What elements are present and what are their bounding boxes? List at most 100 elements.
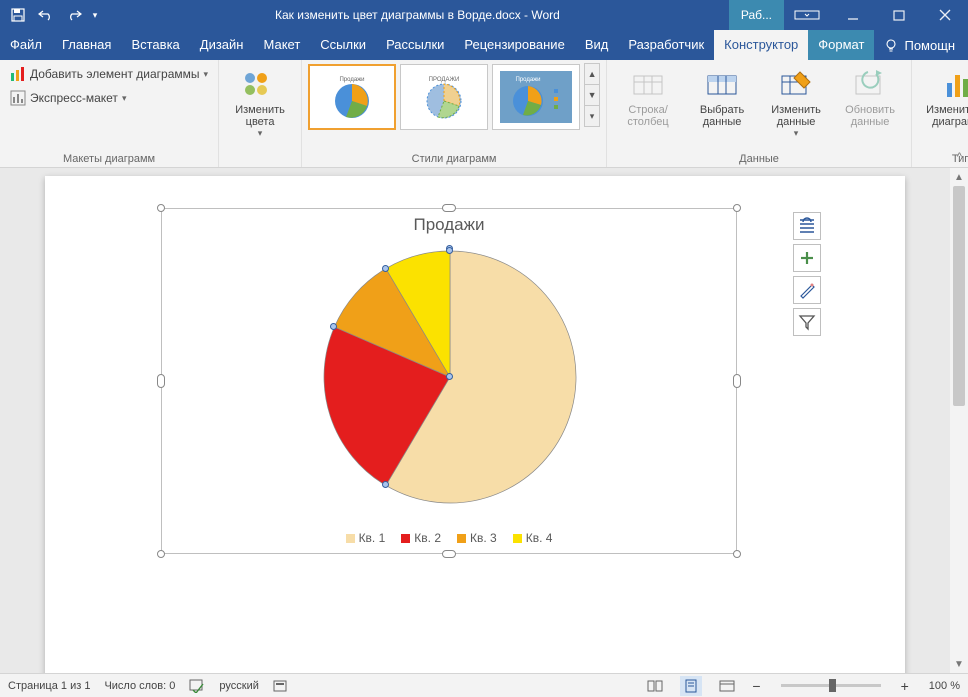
document-area: Продажи Кв. 1 Кв. 2 Кв. 3 Кв. 4 (0, 168, 968, 673)
group-label-data: Данные (739, 153, 779, 165)
status-bar: Страница 1 из 1 Число слов: 0 русский − … (0, 673, 968, 697)
scroll-thumb[interactable] (953, 186, 965, 406)
layout-options-button[interactable] (793, 212, 821, 240)
window-minimize-button[interactable] (830, 0, 876, 30)
window-close-button[interactable] (922, 0, 968, 30)
change-colors-button[interactable]: Изменить цвета ▾ (225, 64, 295, 141)
tab-layout[interactable]: Макет (253, 30, 310, 60)
legend-label-1: Кв. 1 (359, 531, 386, 545)
resize-handle-l[interactable] (157, 374, 165, 388)
spellcheck-indicator[interactable] (189, 679, 205, 693)
chart-styles-button[interactable] (793, 276, 821, 304)
resize-handle-t[interactable] (442, 204, 456, 212)
add-chart-element-button[interactable]: Добавить элемент диаграммы ▾ (6, 64, 212, 84)
chart-plot-area[interactable] (322, 249, 578, 505)
qat-customize-button[interactable]: ▾ (88, 0, 102, 30)
group-data: Строка/столбец Выбрать данные Изменить д… (607, 60, 912, 167)
tab-file[interactable]: Файл (0, 30, 52, 60)
pie-selection-dot[interactable] (446, 247, 453, 254)
select-data-button[interactable]: Выбрать данные (687, 64, 757, 130)
change-chart-type-button[interactable]: Изменить тип диаграммы (918, 64, 968, 130)
print-layout-button[interactable] (680, 676, 702, 696)
group-change-colors: Изменить цвета ▾ (219, 60, 302, 167)
select-data-label: Выбрать данные (689, 104, 755, 128)
resize-handle-br[interactable] (733, 550, 741, 558)
paintbrush-icon (798, 281, 816, 299)
color-palette-icon (236, 66, 284, 102)
tab-references[interactable]: Ссылки (310, 30, 376, 60)
gallery-scroll-up[interactable]: ▲ (584, 63, 600, 85)
edit-data-button[interactable]: Изменить данные▾ (761, 64, 831, 141)
word-count[interactable]: Число слов: 0 (104, 680, 175, 692)
chart-legend[interactable]: Кв. 1 Кв. 2 Кв. 3 Кв. 4 (162, 531, 736, 545)
express-layout-button[interactable]: Экспресс-макет ▾ (6, 88, 130, 108)
gallery-scroll-down[interactable]: ▼ (584, 84, 600, 106)
svg-text:Продажи: Продажи (340, 77, 365, 83)
tab-view[interactable]: Вид (575, 30, 619, 60)
edit-data-icon (772, 66, 820, 102)
macro-indicator[interactable] (273, 680, 287, 692)
pie-selection-dot[interactable] (446, 373, 453, 380)
legend-label-4: Кв. 4 (526, 531, 553, 545)
qat-undo-button[interactable] (32, 0, 60, 30)
refresh-data-button: Обновить данные (835, 64, 905, 130)
chart-style-2[interactable]: ПРОДАЖИ (400, 64, 488, 130)
layout-options-icon (798, 217, 816, 235)
chart-filters-button[interactable] (793, 308, 821, 336)
tab-home[interactable]: Главная (52, 30, 121, 60)
add-chart-element-label: Добавить элемент диаграммы (30, 67, 200, 81)
refresh-data-icon (846, 66, 894, 102)
chart-elements-button[interactable] (793, 244, 821, 272)
window-maximize-button[interactable] (876, 0, 922, 30)
tell-me[interactable]: Помощн (874, 30, 965, 60)
chart-element-icon (10, 66, 26, 82)
scroll-down-button[interactable]: ▼ (950, 655, 968, 673)
tab-insert[interactable]: Вставка (121, 30, 189, 60)
tab-mailings[interactable]: Рассылки (376, 30, 454, 60)
qat-save-button[interactable] (4, 0, 32, 30)
resize-handle-tl[interactable] (157, 204, 165, 212)
chart-style-3[interactable]: Продажи (492, 64, 580, 130)
zoom-in-button[interactable]: + (901, 678, 909, 694)
change-chart-type-label: Изменить тип диаграммы (920, 104, 968, 128)
chart-object[interactable]: Продажи Кв. 1 Кв. 2 Кв. 3 Кв. 4 (161, 208, 737, 554)
gallery-expand[interactable]: ▾ (584, 105, 600, 127)
express-layout-icon (10, 90, 26, 106)
tab-chart-design[interactable]: Конструктор (714, 30, 808, 60)
legend-swatch-1 (346, 534, 355, 543)
resize-handle-tr[interactable] (733, 204, 741, 212)
document-page[interactable]: Продажи Кв. 1 Кв. 2 Кв. 3 Кв. 4 (45, 176, 905, 673)
group-chart-styles: Продажи ПРОДАЖИ Продажи ▲ ▼ ▾ Стили диаг… (302, 60, 607, 167)
pie-selection-dot[interactable] (382, 265, 389, 272)
zoom-slider[interactable] (781, 684, 881, 687)
tab-review[interactable]: Рецензирование (454, 30, 574, 60)
chart-style-1[interactable]: Продажи (308, 64, 396, 130)
resize-handle-r[interactable] (733, 374, 741, 388)
scroll-up-button[interactable]: ▲ (950, 168, 968, 186)
tell-me-label: Помощн (904, 38, 955, 53)
group-chart-layouts: Добавить элемент диаграммы ▾ Экспресс-ма… (0, 60, 219, 167)
express-layout-label: Экспресс-макет (30, 91, 118, 105)
vertical-scrollbar[interactable]: ▲ ▼ (950, 168, 968, 673)
qat-redo-button[interactable] (60, 0, 88, 30)
read-mode-button[interactable] (644, 676, 666, 696)
language-indicator[interactable]: русский (219, 680, 258, 692)
document-title: Как изменить цвет диаграммы в Ворде.docx… (106, 8, 729, 22)
ribbon-options-button[interactable] (784, 0, 830, 30)
zoom-out-button[interactable]: − (752, 678, 760, 694)
read-mode-icon (647, 679, 663, 693)
collapse-ribbon-button[interactable]: ^ (957, 151, 962, 163)
tab-developer[interactable]: Разработчик (618, 30, 714, 60)
chart-title[interactable]: Продажи (162, 215, 736, 235)
zoom-percent[interactable]: 100 % (929, 680, 960, 692)
resize-handle-b[interactable] (442, 550, 456, 558)
tab-design[interactable]: Дизайн (190, 30, 254, 60)
resize-handle-bl[interactable] (157, 550, 165, 558)
change-colors-label: Изменить цвета (227, 104, 293, 128)
switch-row-column-label: Строка/столбец (615, 104, 681, 128)
web-layout-button[interactable] (716, 676, 738, 696)
page-indicator[interactable]: Страница 1 из 1 (8, 680, 90, 692)
refresh-data-label: Обновить данные (837, 104, 903, 128)
tab-chart-format[interactable]: Формат (808, 30, 874, 60)
edit-data-label: Изменить данные (763, 104, 829, 128)
